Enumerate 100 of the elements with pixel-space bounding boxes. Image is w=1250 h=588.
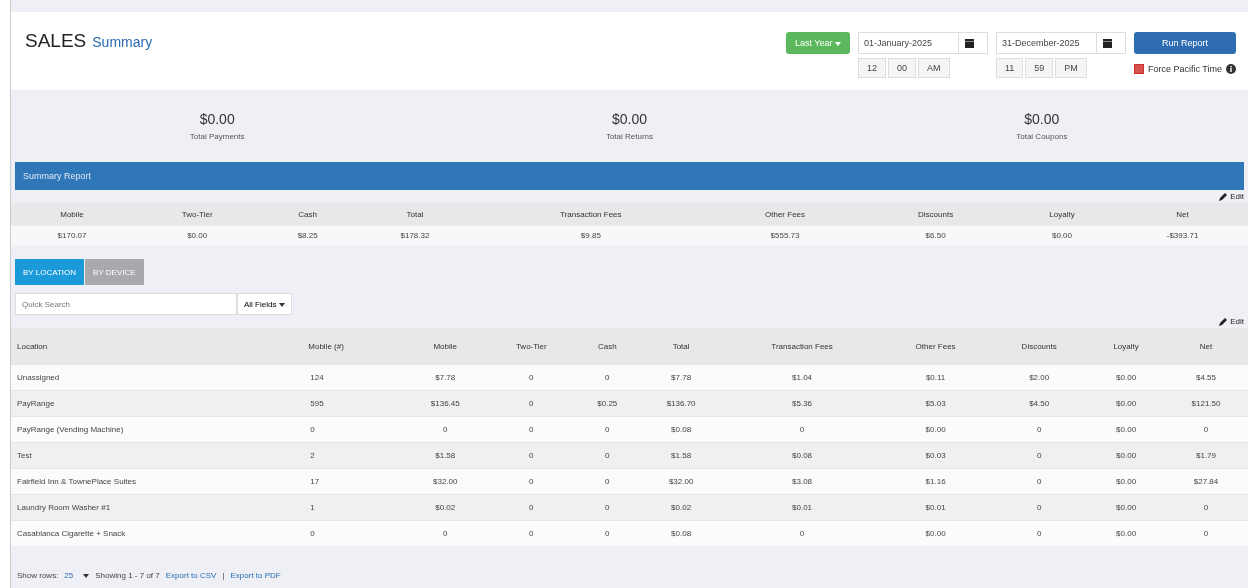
export-csv-link[interactable]: Export to CSV — [165, 571, 217, 580]
fields-dropdown[interactable]: All Fields — [237, 293, 292, 315]
table-cell: 0 — [575, 416, 640, 443]
table-cell: $170.07 — [11, 226, 133, 245]
table-cell: $3.08 — [723, 468, 882, 495]
checkbox-label: Force Pacific Time — [1147, 64, 1222, 74]
table-cell: 1 — [304, 494, 404, 521]
total-label: Total Payments — [189, 132, 245, 141]
table-cell: 0 — [487, 494, 576, 521]
run-report-button[interactable]: Run Report — [1133, 32, 1236, 54]
show-rows-label: Show rows: — [17, 571, 59, 580]
total-amount: $0.00 — [1024, 111, 1060, 127]
table-cell: Unassigned — [11, 364, 305, 391]
table-cell: $0.08 — [639, 416, 724, 443]
table-cell: $32.00 — [639, 468, 724, 495]
table-cell: $0.00 — [1088, 390, 1164, 417]
checkbox[interactable] — [1133, 64, 1144, 74]
table-cell: $555.73 — [705, 226, 865, 245]
page-title: SALES — [25, 30, 87, 51]
column-header: Location — [11, 328, 305, 365]
column-header: Transaction Fees — [475, 203, 706, 226]
time-field[interactable]: AM — [918, 58, 950, 78]
table-cell: $0.08 — [639, 520, 724, 546]
column-header: Discounts — [990, 328, 1089, 365]
table-cell: $0.02 — [639, 494, 724, 521]
caret-icon — [83, 573, 90, 578]
column-header: Cash — [261, 203, 354, 226]
table-cell: $1.79 — [1164, 442, 1248, 469]
table-cell: $0.01 — [723, 494, 882, 521]
table-cell: 0 — [403, 416, 488, 443]
table-cell: $0.01 — [881, 494, 991, 521]
table-cell: 17 — [304, 468, 404, 495]
column-header: Transaction Fees — [723, 328, 882, 365]
table-cell: 0 — [990, 468, 1089, 495]
table-cell: 0 — [1164, 494, 1248, 521]
time-field[interactable]: PM — [1055, 58, 1087, 78]
column-header: Discounts — [864, 203, 1007, 226]
table-cell: $4.55 — [1164, 364, 1248, 391]
table-cell: $8.25 — [261, 226, 354, 245]
table-cell: $1.16 — [881, 468, 991, 495]
table-cell: $27.84 — [1164, 468, 1248, 495]
table-cell: 0 — [487, 416, 576, 443]
column-header: Two-Tier — [133, 203, 262, 226]
total-amount: $0.00 — [611, 111, 647, 127]
table-cell: 0 — [990, 442, 1089, 469]
column-header: Other Fees — [881, 328, 991, 365]
column-header: Other Fees — [705, 203, 865, 226]
table-cell: $32.00 — [403, 468, 488, 495]
help-icon — [1226, 64, 1236, 74]
column-header: Total — [639, 328, 724, 365]
end-date-field[interactable]: 31-December-2025 — [995, 32, 1126, 54]
table-cell: 0 — [575, 364, 640, 391]
table-cell: Test — [11, 442, 305, 469]
table-cell: $1.58 — [403, 442, 488, 469]
table-cell: $0.00 — [133, 226, 262, 245]
table-cell: 595 — [304, 390, 404, 417]
separator: | — [222, 571, 225, 580]
column-header: Net — [1117, 203, 1248, 226]
export-pdf-link[interactable]: Export to PDF — [230, 571, 281, 580]
table-cell: 0 — [304, 416, 404, 443]
table-cell: $0.00 — [1088, 442, 1164, 469]
pencil-icon — [1219, 192, 1229, 201]
table-cell: $0.11 — [881, 364, 991, 391]
table-cell: $0.00 — [881, 416, 991, 443]
table-cell: $7.78 — [639, 364, 724, 391]
table-cell: $178.32 — [353, 226, 476, 245]
table-cell: PayRange (Vending Machine) — [11, 416, 305, 443]
section-title: Summary Report — [23, 171, 92, 181]
table-cell: -$393.71 — [1117, 226, 1248, 245]
time-field[interactable]: 11 — [995, 58, 1024, 78]
time-field[interactable]: 12 — [857, 58, 886, 78]
edit-link[interactable]: Edit — [1219, 190, 1244, 203]
column-header: Mobile (#) — [304, 328, 404, 365]
column-header: Mobile — [403, 328, 488, 365]
table-cell: 0 — [575, 442, 640, 469]
edit-link[interactable]: Edit — [1219, 315, 1244, 328]
table-cell: $0.00 — [1088, 468, 1164, 495]
table-cell: 2 — [304, 442, 404, 469]
table-cell: $136.70 — [639, 390, 724, 417]
table-cell: $121.50 — [1164, 390, 1248, 417]
table-cell: $7.78 — [403, 364, 488, 391]
table-cell: 124 — [304, 364, 404, 391]
table-cell: $0.25 — [575, 390, 640, 417]
rows-select[interactable]: 25 — [64, 571, 90, 580]
table-cell: 0 — [575, 468, 640, 495]
pencil-icon — [1219, 317, 1229, 326]
start-date-field[interactable]: 01-January-2025 — [857, 32, 988, 54]
table-cell: 0 — [575, 494, 640, 521]
table-cell: 0 — [304, 520, 404, 546]
table-cell: $0.08 — [723, 442, 882, 469]
table-cell: $0.00 — [1088, 364, 1164, 391]
table-cell: 0 — [990, 494, 1089, 521]
table-cell: $4.50 — [990, 390, 1089, 417]
total-amount: $0.00 — [199, 111, 235, 127]
time-field[interactable]: 00 — [888, 58, 916, 78]
table-cell: $9.85 — [475, 226, 706, 245]
search-field[interactable]: Quick Search — [15, 293, 237, 315]
column-header: Cash — [575, 328, 640, 365]
time-field[interactable]: 59 — [1025, 58, 1054, 78]
column-header: Mobile — [11, 203, 133, 226]
